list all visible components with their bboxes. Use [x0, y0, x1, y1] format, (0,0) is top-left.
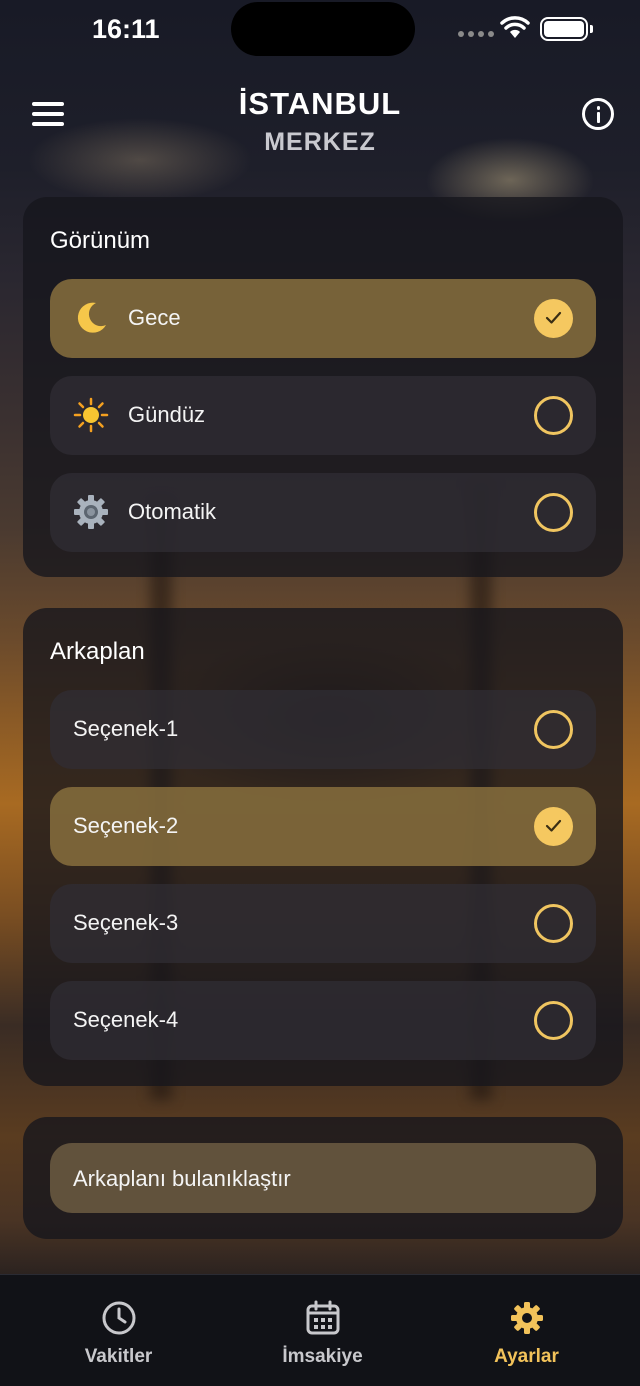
option-label: Gündüz [128, 402, 206, 427]
tab-label: İmsakiye [282, 1346, 363, 1367]
city-title: İSTANBUL [238, 86, 402, 121]
wifi-icon [500, 16, 530, 38]
appearance-option-gunduz[interactable]: Gündüz [50, 376, 596, 455]
clock-icon [102, 1301, 135, 1335]
sun-icon [73, 397, 109, 433]
blur-label: Arkaplanı bulanıklaştır [73, 1166, 291, 1191]
cellular-signal-icon [458, 31, 494, 37]
tab-label: Ayarlar [494, 1346, 559, 1367]
option-label: Seçenek-4 [73, 1007, 179, 1032]
battery-icon [540, 17, 593, 41]
radio-unchecked[interactable] [534, 493, 573, 532]
radio-unchecked[interactable] [534, 1001, 573, 1040]
radio-checked[interactable] [534, 299, 573, 338]
info-icon[interactable] [582, 98, 614, 130]
background-option-2[interactable]: Seçenek-2 [50, 787, 596, 866]
district-subtitle: MERKEZ [264, 128, 376, 156]
status-bar: 16:11 [0, 0, 640, 60]
option-label: Seçenek-2 [73, 813, 179, 838]
tab-bar: Vakitler İmsakiye Ayarlar [0, 1274, 640, 1386]
background-title: Arkaplan [50, 638, 145, 665]
radio-unchecked[interactable] [534, 396, 573, 435]
crescent-moon-icon [77, 302, 106, 333]
status-time: 16:11 [92, 14, 160, 44]
radio-checked[interactable] [534, 807, 573, 846]
blur-background-button[interactable]: Arkaplanı bulanıklaştır [50, 1143, 596, 1213]
tab-vakitler[interactable]: Vakitler [12, 1275, 225, 1386]
tab-label: Vakitler [84, 1346, 153, 1367]
gear-icon [510, 1302, 543, 1334]
appearance-title: Görünüm [50, 227, 151, 254]
tab-ayarlar[interactable]: Ayarlar [420, 1275, 633, 1386]
appearance-option-otomatik[interactable]: Otomatik [50, 473, 596, 552]
calendar-icon [306, 1300, 339, 1335]
background-option-4[interactable]: Seçenek-4 [50, 981, 596, 1060]
gear-icon [74, 495, 108, 529]
radio-unchecked[interactable] [534, 710, 573, 749]
tab-imsakiye[interactable]: İmsakiye [216, 1275, 429, 1386]
background-option-3[interactable]: Seçenek-3 [50, 884, 596, 963]
background-option-1[interactable]: Seçenek-1 [50, 690, 596, 769]
option-label: Seçenek-1 [73, 716, 179, 741]
option-label: Seçenek-3 [73, 910, 179, 935]
option-label: Otomatik [128, 499, 217, 524]
option-label: Gece [128, 305, 181, 330]
radio-unchecked[interactable] [534, 904, 573, 943]
appearance-option-gece[interactable]: Gece [50, 279, 596, 358]
dynamic-island [231, 2, 415, 56]
